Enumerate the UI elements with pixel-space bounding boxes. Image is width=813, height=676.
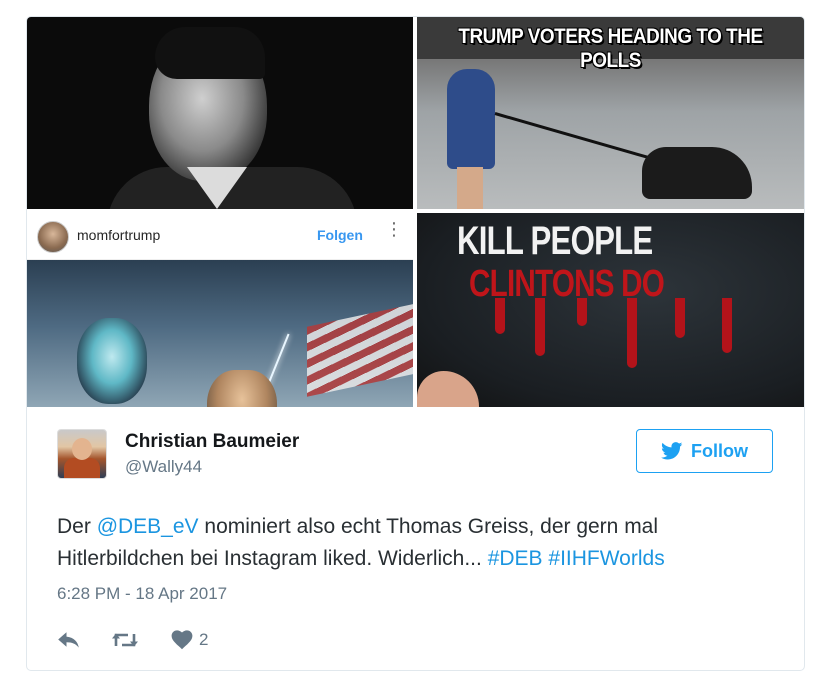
author-handle[interactable]: @Wally44 — [125, 457, 202, 477]
instagram-username: momfortrump — [77, 227, 161, 243]
tweet-actions: 2 — [57, 627, 208, 653]
blood-drip — [722, 298, 732, 353]
media-grid[interactable]: TRUMP VOTERS HEADING TO THE POLLS momfor… — [27, 17, 804, 407]
tweet-text-segment: Der — [57, 515, 97, 538]
portrait-hair — [155, 27, 265, 79]
meme-banner: TRUMP VOTERS HEADING TO THE POLLS — [417, 17, 804, 72]
retweet-icon — [112, 633, 138, 647]
reply-icon — [58, 632, 79, 648]
blood-drip — [535, 298, 545, 356]
like-count: 2 — [199, 630, 209, 649]
avatar-face — [72, 438, 92, 460]
instagram-follow-label: Folgen — [317, 227, 363, 243]
tweet-text: Der @DEB_eV nominiert also echt Thomas G… — [57, 511, 777, 575]
walker-figure — [447, 69, 495, 169]
avatar[interactable] — [57, 429, 107, 479]
instagram-avatar — [37, 221, 69, 253]
walker-legs — [457, 167, 483, 209]
media-photo-portrait[interactable] — [27, 17, 413, 209]
blood-drip — [675, 298, 685, 338]
twitter-bird-icon — [661, 442, 683, 460]
author-name[interactable]: Christian Baumeier — [125, 431, 299, 453]
retweet-button[interactable] — [111, 630, 141, 650]
hashtag-link[interactable]: #IIHFWorlds — [548, 547, 664, 570]
media-photo-shirt[interactable]: KILL PEOPLE CLINTONS DO — [417, 213, 804, 407]
blood-drip — [577, 298, 587, 326]
follow-label: Follow — [691, 440, 748, 461]
instagram-artwork — [27, 260, 413, 407]
media-photo-meme[interactable]: TRUMP VOTERS HEADING TO THE POLLS — [417, 17, 804, 209]
heart-icon — [171, 630, 193, 650]
figure-graphic — [207, 370, 277, 407]
tweet-card: TRUMP VOTERS HEADING TO THE POLLS momfor… — [26, 16, 805, 671]
like-button[interactable]: 2 — [171, 630, 208, 650]
crawling-figure — [642, 147, 752, 199]
severed-head-graphic — [77, 318, 147, 404]
instagram-header: momfortrump Folgen ⋮ — [27, 213, 413, 260]
media-photo-instagram[interactable]: momfortrump Folgen ⋮ — [27, 213, 413, 407]
mention-link[interactable]: @DEB_eV — [97, 515, 199, 538]
follow-button[interactable]: Follow — [636, 429, 773, 473]
meme-caption: TRUMP VOTERS HEADING TO THE POLLS — [458, 25, 763, 72]
tweet-body: Christian Baumeier @Wally44 Follow Der @… — [27, 407, 804, 670]
flag-graphic — [307, 303, 413, 397]
blood-drip — [495, 298, 505, 334]
avatar-shirt — [64, 458, 100, 478]
reply-button[interactable] — [57, 630, 83, 650]
more-options-icon: ⋮ — [385, 219, 403, 240]
blood-drip — [627, 298, 637, 368]
shirt-text-line1: KILL PEOPLE — [457, 219, 653, 263]
hashtag-link[interactable]: #DEB — [488, 547, 543, 570]
timestamp[interactable]: 6:28 PM - 18 Apr 2017 — [57, 584, 227, 604]
